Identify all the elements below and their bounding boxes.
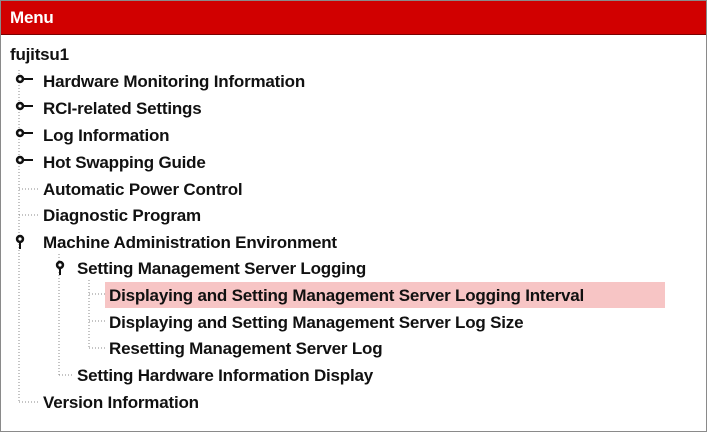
expanded-node-icon[interactable] bbox=[13, 233, 37, 249]
menu-panel: Menu fujitsu1 Hardware Monitoring Inform… bbox=[0, 0, 707, 432]
tree-item-setting-hardware-information-display[interactable]: Setting Hardware Information Display bbox=[77, 366, 373, 386]
tree-item-automatic-power-control[interactable]: Automatic Power Control bbox=[43, 180, 243, 200]
tree-item-rci-related-settings[interactable]: RCI-related Settings bbox=[43, 99, 202, 119]
collapsed-node-icon[interactable] bbox=[13, 72, 37, 88]
tree-item-hardware-monitoring-information[interactable]: Hardware Monitoring Information bbox=[43, 72, 305, 92]
tree-item-machine-administration-environment[interactable]: Machine Administration Environment bbox=[43, 233, 337, 253]
tree-item-version-information[interactable]: Version Information bbox=[43, 393, 199, 413]
navigation-tree: fujitsu1 Hardware Monitoring Information… bbox=[1, 35, 706, 431]
tree-item-setting-management-server-logging[interactable]: Setting Management Server Logging bbox=[77, 259, 366, 279]
collapsed-node-icon[interactable] bbox=[13, 99, 37, 115]
collapsed-node-icon[interactable] bbox=[13, 126, 37, 142]
tree-root-fujitsu1[interactable]: fujitsu1 bbox=[10, 45, 69, 65]
tree-item-log-size[interactable]: Displaying and Setting Management Server… bbox=[109, 313, 524, 333]
menu-title: Menu bbox=[10, 8, 54, 27]
expanded-node-icon[interactable] bbox=[53, 259, 77, 275]
tree-item-resetting-management-server-log[interactable]: Resetting Management Server Log bbox=[109, 339, 383, 359]
tree-item-diagnostic-program[interactable]: Diagnostic Program bbox=[43, 206, 201, 226]
tree-item-log-information[interactable]: Log Information bbox=[43, 126, 170, 146]
tree-item-logging-interval[interactable]: Displaying and Setting Management Server… bbox=[109, 286, 584, 306]
tree-item-hot-swapping-guide[interactable]: Hot Swapping Guide bbox=[43, 153, 206, 173]
menu-header: Menu bbox=[1, 1, 706, 35]
collapsed-node-icon[interactable] bbox=[13, 153, 37, 169]
